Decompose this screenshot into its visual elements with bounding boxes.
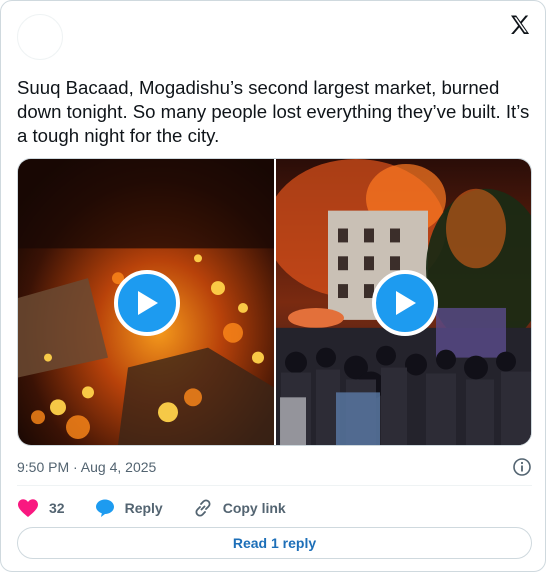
tweet-timestamp[interactable]: 9:50 PM · Aug 4, 2025 — [17, 459, 156, 475]
read-replies-label: Read 1 reply — [232, 535, 317, 551]
tweet-actions: 32 Reply Copy link — [17, 495, 316, 521]
reply-button[interactable]: Reply — [95, 498, 163, 518]
tweet-card: Suuq Bacaad, Mogadishu’s second largest … — [0, 0, 546, 572]
copy-link-label: Copy link — [222, 500, 286, 516]
x-logo-icon[interactable] — [508, 13, 532, 37]
avatar[interactable] — [17, 14, 63, 60]
video-thumbnail-burning-building[interactable] — [276, 159, 531, 445]
info-icon[interactable] — [512, 457, 532, 477]
divider — [17, 485, 532, 486]
link-icon — [195, 499, 211, 517]
heart-icon — [18, 499, 38, 517]
like-button[interactable]: 32 — [17, 498, 65, 518]
play-button[interactable] — [114, 270, 180, 336]
reply-label: Reply — [124, 500, 163, 516]
copy-link-button[interactable]: Copy link — [193, 498, 286, 518]
speech-bubble-icon — [95, 499, 114, 517]
media-grid — [17, 158, 532, 446]
read-replies-button[interactable]: Read 1 reply — [17, 527, 532, 559]
play-icon — [138, 291, 158, 315]
play-icon — [396, 291, 416, 315]
play-button[interactable] — [372, 270, 438, 336]
like-count: 32 — [49, 500, 65, 516]
tweet-text: Suuq Bacaad, Mogadishu’s second largest … — [17, 77, 530, 146]
video-thumbnail-fire-ruins[interactable] — [18, 159, 274, 445]
